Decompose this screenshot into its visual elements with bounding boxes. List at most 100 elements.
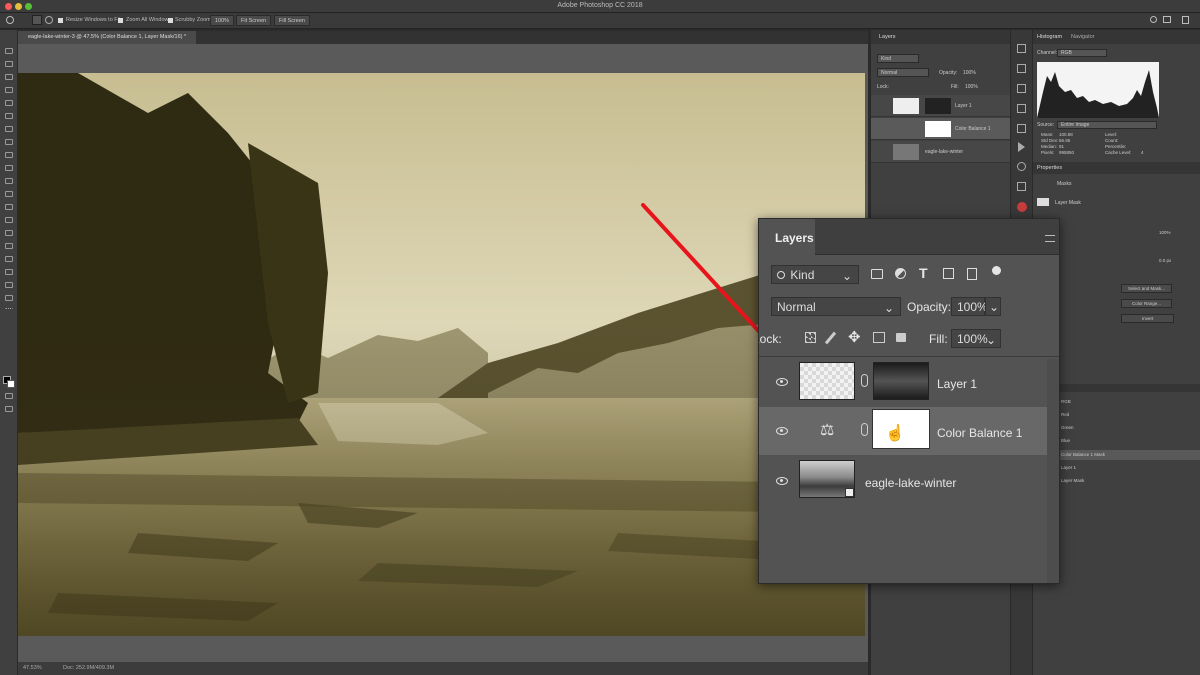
layer-name[interactable]: eagle-lake-winter [865, 476, 956, 490]
actions-panel-icon[interactable] [1017, 64, 1026, 73]
layer-mask-thumb-small[interactable] [925, 98, 951, 114]
history-item[interactable]: Blue [1061, 438, 1070, 443]
opacity-value: 100% [957, 300, 988, 314]
feather-value[interactable]: 0.0 px [1159, 258, 1171, 263]
histogram-tab[interactable]: Histogram [1037, 34, 1062, 40]
layer-mask-swatch [1037, 198, 1049, 206]
chevron-down-icon: ⌄ [989, 300, 1000, 314]
color-balance-adjustment-icon[interactable]: ⚖ [820, 420, 834, 440]
visibility-eye-icon[interactable] [776, 427, 788, 435]
history-panel-icon[interactable] [1017, 44, 1026, 53]
character-panel-icon[interactable] [1017, 84, 1026, 93]
layer-mask-thumbnail[interactable] [873, 362, 929, 400]
visibility-eye-icon[interactable] [776, 378, 788, 386]
stat-cache-label: Cache Level: [1105, 150, 1132, 155]
layer-filter-kind[interactable]: Kind ⌄ [771, 265, 859, 284]
histogram-panel-header: Histogram Navigator [1033, 30, 1200, 44]
filter-shape-icon[interactable] [943, 268, 954, 279]
zoom-level[interactable]: 47.53% [23, 665, 42, 671]
filter-pixel-icon[interactable] [871, 269, 883, 279]
stat-mean-value: 100.88 [1059, 132, 1073, 137]
layer-thumb-small [893, 144, 919, 160]
layer-name[interactable]: Color Balance 1 [937, 426, 1022, 440]
chevron-down-icon: ⌄ [841, 269, 852, 283]
opacity-slider-toggle[interactable]: ⌄ [985, 297, 1001, 316]
layer-row-eagle-lake-winter[interactable]: eagle-lake-winter [759, 457, 1047, 505]
hand-cursor-icon: ☝ [885, 425, 905, 442]
lock-artboard-icon[interactable] [873, 332, 885, 343]
density-value[interactable]: 100% [1159, 230, 1171, 235]
properties-tab[interactable]: Properties [1037, 165, 1062, 171]
visibility-eye-icon[interactable] [776, 477, 788, 485]
fill-small-value[interactable]: 100% [965, 84, 978, 90]
history-item[interactable]: RGB [1061, 399, 1071, 404]
mask-link-icon[interactable] [861, 374, 868, 387]
channel-select-value: RGB [1061, 50, 1072, 56]
histogram-graph [1037, 62, 1159, 118]
stat-median-label: Median: [1041, 144, 1058, 149]
invert-button[interactable]: Invert [1121, 314, 1175, 323]
fill-label: Fill: [929, 332, 948, 346]
layer-filter-small-value: Kind [881, 56, 892, 62]
navigator-tab[interactable]: Navigator [1071, 34, 1095, 40]
layer-filter-small[interactable]: Kind [877, 54, 919, 63]
opacity-small-value[interactable]: 100% [963, 70, 976, 76]
fill-value: 100% [957, 332, 988, 346]
lock-transparent-icon[interactable] [805, 332, 816, 343]
channel-select[interactable]: RGB [1057, 49, 1107, 57]
layer-row-small[interactable]: eagle-lake-winter [871, 141, 1011, 163]
opacity-input[interactable]: 100% [951, 297, 988, 316]
adobe-stock-icon[interactable] [1017, 182, 1026, 191]
layer-name-small[interactable]: eagle-lake-winter [925, 149, 963, 155]
layer-row-small[interactable]: Layer 1 [871, 95, 1011, 117]
stat-percentile-label: Percentile: [1105, 144, 1127, 149]
filter-type-icon[interactable]: T [919, 265, 928, 281]
history-item[interactable]: Color Balance 1 Mask [1061, 452, 1105, 457]
layer-name[interactable]: Layer 1 [937, 377, 977, 391]
layer-name-small[interactable]: Layer 1 [955, 103, 972, 109]
fill-small-label: Fill: [951, 84, 959, 90]
history-item[interactable]: Layer 1 [1061, 465, 1076, 470]
layer-mask-thumb-small[interactable] [925, 121, 951, 137]
blend-mode-select[interactable]: Normal ⌄ [771, 297, 901, 316]
layer-row-small[interactable]: Color Balance 1 [871, 118, 1011, 140]
properties-panel-header: Properties [1033, 162, 1200, 174]
lock-all-icon[interactable] [896, 333, 906, 342]
blend-mode-small[interactable]: Normal [877, 68, 929, 77]
blend-mode-value: Normal [777, 300, 816, 314]
layer-filter-value: Kind [790, 268, 815, 282]
channel-label: Channel: [1037, 50, 1058, 56]
filter-toggle-icon[interactable] [992, 266, 1001, 275]
select-and-mask-button[interactable]: Select and Mask... [1121, 284, 1173, 293]
history-item[interactable]: Green [1061, 425, 1074, 430]
filter-smart-object-icon[interactable] [967, 268, 977, 280]
play-action-icon[interactable] [1018, 142, 1025, 152]
stat-median-value: 91 [1059, 144, 1065, 149]
layer-row-layer-1[interactable]: Layer 1 [759, 359, 1047, 407]
color-range-button[interactable]: Color Range... [1121, 299, 1173, 308]
adjustments-panel-icon[interactable] [1017, 124, 1026, 133]
filter-adjustment-icon[interactable] [895, 268, 906, 279]
lock-small-label: Lock: [877, 84, 889, 90]
lock-position-icon[interactable]: ✥ [848, 328, 861, 346]
layer-name-small[interactable]: Color Balance 1 [955, 126, 991, 132]
layer-thumb-small [893, 98, 919, 114]
fill-input[interactable]: 100% ⌄ [951, 329, 1001, 348]
layers-tab-zoomed[interactable]: Layers [759, 219, 815, 256]
layers-panel-header: Layers [871, 30, 1011, 44]
history-item[interactable]: Layer Mask [1061, 478, 1084, 483]
smart-object-badge-icon [845, 488, 854, 497]
layers-tab[interactable]: Layers [879, 34, 896, 40]
history-item[interactable]: Red [1061, 412, 1069, 417]
lock-pixels-icon[interactable] [824, 331, 837, 345]
layers-scrollbar[interactable] [1047, 359, 1059, 583]
mask-link-icon[interactable] [861, 423, 868, 436]
info-panel-icon[interactable] [1017, 162, 1026, 171]
libraries-icon[interactable] [1017, 202, 1027, 212]
layer-thumbnail[interactable] [799, 362, 855, 400]
chevron-down-icon: ⌄ [883, 301, 894, 315]
layer-row-color-balance-1[interactable]: ⚖ ☝ Color Balance 1 [759, 407, 1047, 455]
source-select[interactable]: Entire Image [1057, 121, 1157, 129]
brush-panel-icon[interactable] [1017, 104, 1026, 113]
panel-menu-icon[interactable] [1045, 235, 1055, 242]
